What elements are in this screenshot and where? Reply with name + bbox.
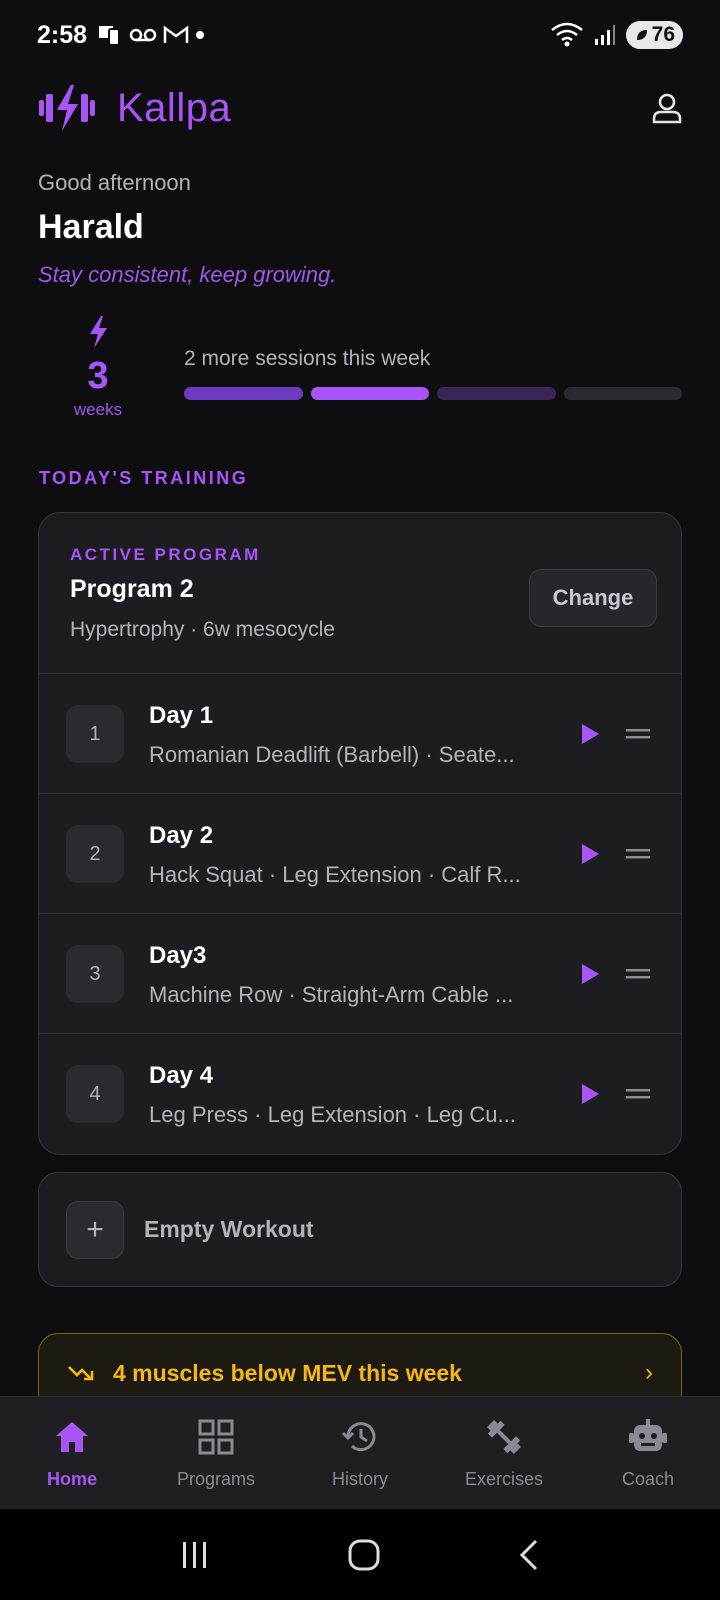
gmail-icon [163,25,189,43]
chevron-right-icon: › [645,1359,653,1386]
plus-icon: + [66,1200,124,1259]
empty-workout-button[interactable]: + Empty Workout [38,1172,682,1287]
nav-programs-label: Programs [176,1469,256,1489]
nav-exercises[interactable]: Exercises [432,1397,576,1509]
system-navigation-bar [0,1509,720,1600]
mev-alert-text: 4 muscles below MEV this week [113,1359,462,1386]
day-row[interactable]: 3 Day3 Machine Row · Straight-Arm Cable … [39,913,681,1033]
progress-segment [310,387,429,400]
day-number: 1 [66,705,124,763]
day-number: 3 [66,945,124,1003]
nav-home[interactable]: Home [0,1397,144,1509]
dot-icon [196,31,205,39]
active-program-card: ACTIVE PROGRAM Program 2 Hypertrophy · 6… [38,512,682,1155]
drag-handle-icon[interactable] [625,844,651,864]
app-name: Kallpa [117,85,232,130]
nav-history-label: History [331,1469,388,1489]
trending-down-icon [68,1366,94,1381]
signal-icon [594,25,615,45]
home-button-icon[interactable] [347,1538,381,1572]
streak-unit: weeks [73,400,123,419]
play-icon[interactable] [577,961,603,987]
notification-icons [97,23,205,47]
lightning-icon [90,316,107,348]
streak-widget: 3 weeks [62,315,134,420]
user-name: Harald [38,208,144,246]
play-icon[interactable] [577,721,603,747]
section-title: TODAY'S TRAINING [39,468,249,488]
profile-button[interactable] [647,88,687,128]
drag-handle-icon[interactable] [625,1084,651,1104]
home-icon [52,1417,92,1457]
drag-handle-icon[interactable] [625,724,651,744]
play-icon[interactable] [577,1081,603,1107]
progress-segment [563,387,682,400]
greeting-text: Good afternoon [38,170,191,195]
day-exercises: Leg Press · Leg Extension · Leg Cu... [149,1102,516,1127]
app-header: Kallpa [37,78,687,138]
streak-count: 3 [87,355,109,397]
change-program-button[interactable]: Change [529,569,657,627]
bottom-navigation: Home Programs History Exercises Coach [0,1396,720,1509]
user-icon [652,93,682,124]
day-row[interactable]: 1 Day 1 Romanian Deadlift (Barbell) · Se… [39,673,681,793]
nav-programs[interactable]: Programs [144,1397,288,1509]
dumbbell-icon [484,1417,524,1457]
day-exercises: Machine Row · Straight-Arm Cable ... [149,982,514,1007]
battery-level: 76 [651,23,675,46]
active-program-label: ACTIVE PROGRAM [70,545,261,564]
nav-coach-label: Coach [621,1469,675,1489]
day-exercises: Romanian Deadlift (Barbell) · Seate... [149,742,515,767]
back-icon[interactable] [516,1538,542,1572]
progress-segment [437,387,556,400]
grid-icon [196,1417,236,1457]
day-exercises: Hack Squat · Leg Extension · Calf R... [149,862,521,887]
kallpa-logo-icon [39,85,95,131]
empty-workout-label: Empty Workout [144,1216,314,1242]
tagline: Stay consistent, keep growing. [38,262,337,287]
voicemail-icon [129,28,157,42]
history-icon [340,1417,380,1457]
day-number: 4 [66,1065,124,1123]
recent-apps-icon[interactable] [178,1540,212,1570]
day-title: Day3 [149,942,207,969]
day-title: Day 1 [149,702,214,729]
day-row[interactable]: 2 Day 2 Hack Squat · Leg Extension · Cal… [39,793,681,913]
device-icon [99,26,121,46]
day-number: 2 [66,825,124,883]
progress-segment [184,387,303,400]
battery-saver-icon [636,30,647,40]
nav-home-label: Home [46,1469,97,1489]
day-title: Day 4 [149,1062,214,1089]
wifi-icon [550,22,583,47]
nav-coach[interactable]: Coach [576,1397,720,1509]
day-title: Day 2 [149,822,214,849]
weekly-progress-bar [184,387,682,400]
day-row[interactable]: 4 Day 4 Leg Press · Leg Extension · Leg … [39,1033,681,1153]
robot-icon [628,1417,668,1457]
drag-handle-icon[interactable] [625,964,651,984]
program-header: ACTIVE PROGRAM Program 2 Hypertrophy · 6… [39,513,681,673]
battery-indicator: 76 [625,21,683,49]
status-bar: 2:58 76 [0,0,720,70]
play-icon[interactable] [577,841,603,867]
nav-history[interactable]: History [288,1397,432,1509]
nav-exercises-label: Exercises [464,1469,544,1489]
status-time: 2:58 [37,20,88,49]
sessions-remaining-text: 2 more sessions this week [184,347,431,370]
